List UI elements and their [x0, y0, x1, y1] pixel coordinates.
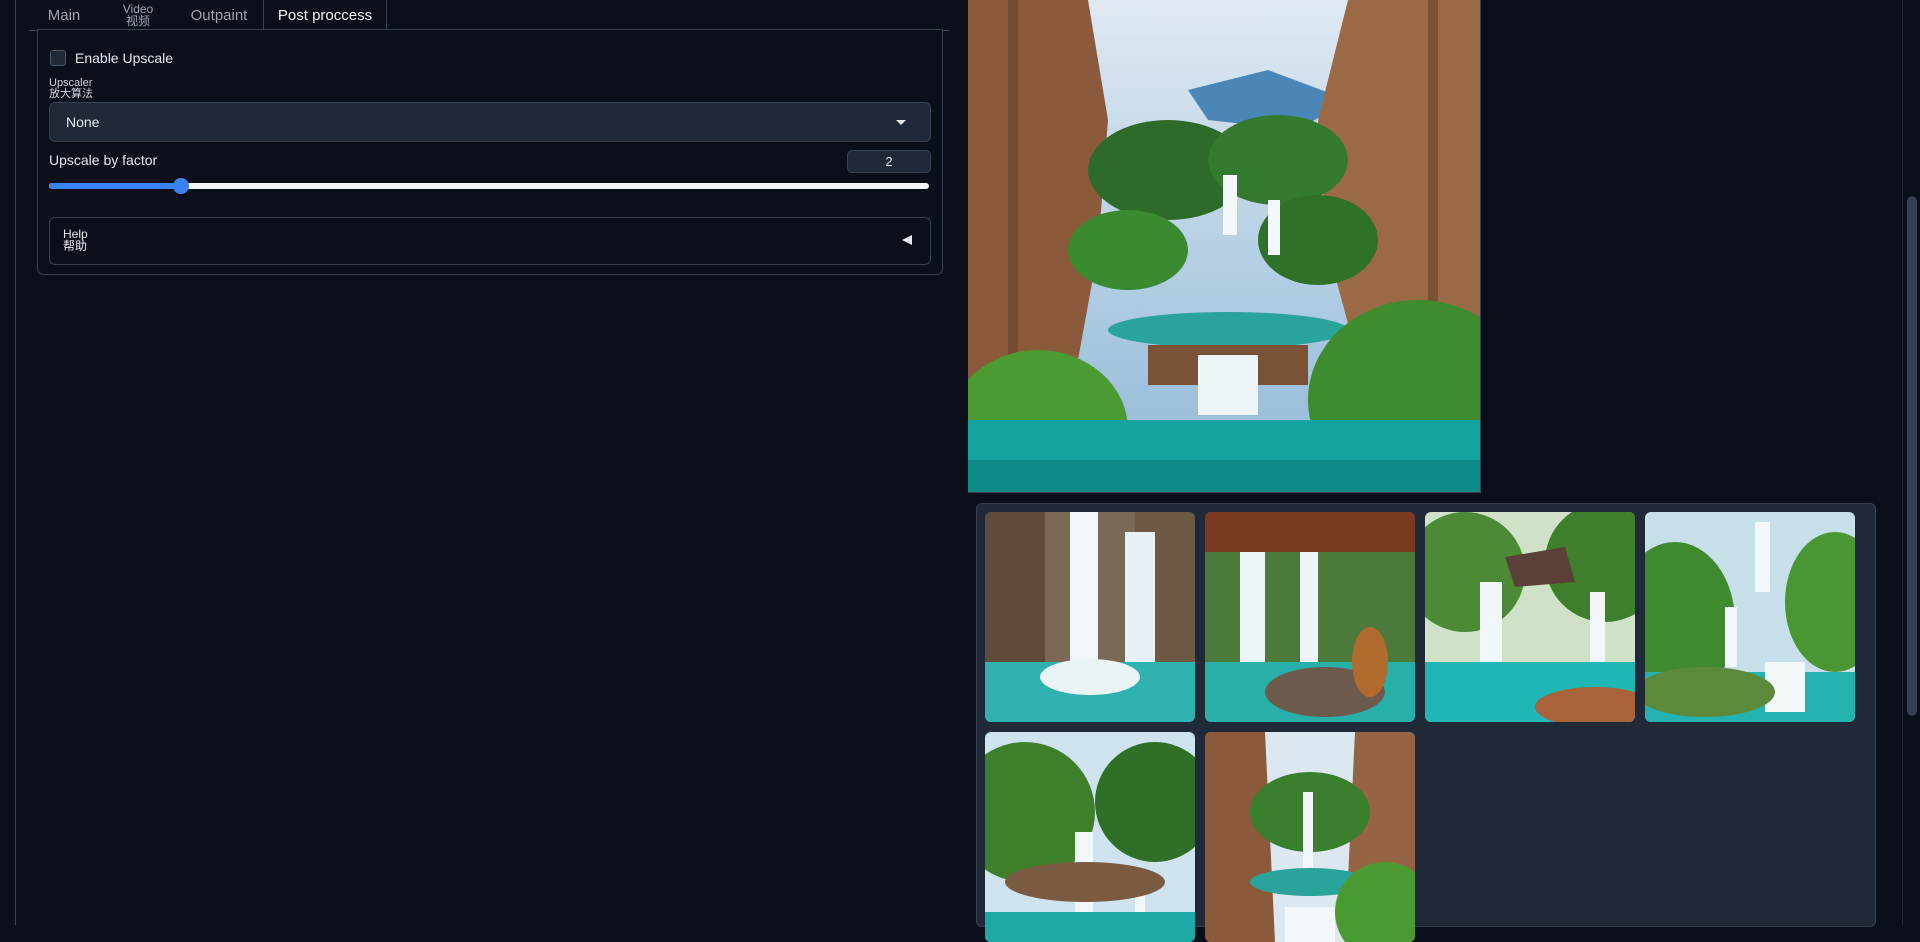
slider-fill: [49, 183, 181, 189]
caret-left-icon: [902, 235, 912, 245]
upscaler-label-zh: 放大算法: [49, 88, 93, 100]
thumbnail-image: [1645, 512, 1855, 722]
thumbnail-image: [985, 512, 1195, 722]
gallery-thumbnail[interactable]: [1205, 732, 1415, 942]
help-label-zh: 帮助: [63, 239, 88, 253]
page-scrollbar[interactable]: [1902, 0, 1920, 925]
tab-main[interactable]: Main: [41, 0, 87, 30]
upscaler-selected-value: None: [66, 114, 100, 130]
thumbnail-image: [1205, 512, 1415, 722]
thumbnail-image: [1425, 512, 1635, 722]
tab-video[interactable]: Video 视频: [113, 0, 163, 30]
enable-upscale-checkbox[interactable]: [50, 50, 66, 66]
post-process-panel: Enable Upscale Upscaler 放大算法 None Upscal…: [37, 29, 943, 275]
tab-outpaint[interactable]: Outpaint: [179, 0, 259, 30]
settings-panel: Main Video 视频 Outpaint Post proccess Ena…: [29, 0, 949, 925]
thumbnail-image: [985, 732, 1195, 942]
scrollbar-thumb[interactable]: [1907, 196, 1917, 716]
gallery-thumbnail[interactable]: [1645, 512, 1855, 722]
gallery-thumbnail[interactable]: [1205, 512, 1415, 722]
gallery-thumbnail[interactable]: [985, 512, 1195, 722]
left-rail: [0, 0, 16, 925]
waterfall-canyon-image: [968, 0, 1480, 492]
thumbnail-gallery: [976, 503, 1876, 942]
slider-handle[interactable]: [173, 178, 189, 194]
help-accordion[interactable]: Help 帮助: [49, 217, 931, 265]
upscaler-dropdown[interactable]: None: [49, 102, 931, 142]
help-label: Help 帮助: [63, 228, 88, 252]
enable-upscale-label[interactable]: Enable Upscale: [75, 50, 173, 66]
tab-video-label-zh: 视频: [125, 14, 150, 28]
tab-bar: Main Video 视频 Outpaint Post proccess: [29, 0, 949, 31]
upscale-factor-label: Upscale by factor: [49, 152, 158, 168]
main-preview-image[interactable]: [968, 0, 1481, 493]
gallery-thumbnail[interactable]: [985, 732, 1195, 942]
thumbnail-image: [1205, 732, 1415, 942]
tab-post-process[interactable]: Post proccess: [263, 0, 387, 31]
enable-upscale-row[interactable]: Enable Upscale: [50, 50, 173, 66]
upscale-factor-input[interactable]: 2: [847, 150, 931, 173]
caret-down-icon: [896, 120, 906, 125]
gallery-thumbnail[interactable]: [1425, 512, 1635, 722]
upscale-factor-slider[interactable]: [49, 178, 929, 194]
upscaler-label: Upscaler 放大算法: [49, 78, 93, 100]
output-panel: [968, 0, 1878, 942]
